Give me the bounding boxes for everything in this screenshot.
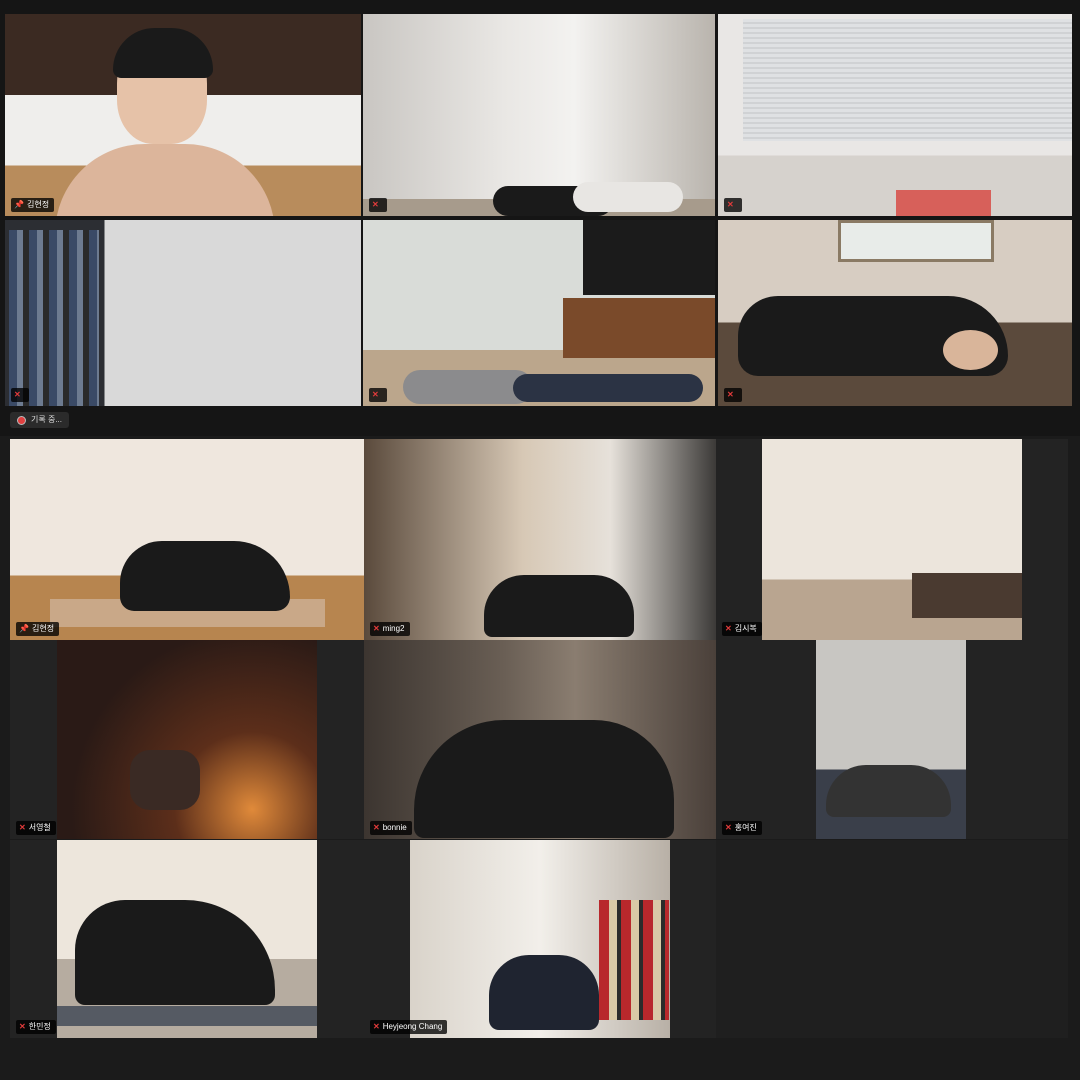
bridge-pose-participant — [414, 720, 674, 838]
video-tile[interactable]: ✕ 김시복 — [716, 439, 1068, 640]
pin-icon: 📌 — [14, 200, 24, 209]
yoga-mat — [57, 1006, 317, 1026]
record-icon — [17, 415, 26, 425]
participant-nametag: ✕ 서영철 — [16, 821, 56, 835]
muted-mic-icon: ✕ — [19, 823, 26, 832]
participant-nametag: ✕ — [11, 388, 29, 402]
video-tile[interactable]: ✕ — [363, 220, 715, 406]
participant-name: 김현정 — [31, 624, 55, 633]
recording-indicator[interactable]: 기록 중... — [10, 412, 69, 428]
video-tile[interactable]: ✕ 한민정 — [10, 840, 364, 1038]
clothes-rack — [9, 230, 99, 406]
participant-face — [943, 330, 998, 370]
empty-tile — [716, 840, 1068, 1038]
guitars — [599, 900, 669, 1020]
video-feed — [57, 640, 317, 839]
participant-name: 홍여진 — [734, 823, 757, 832]
participant-nametag: 📌 김현정 — [16, 622, 60, 636]
participant-nametag: ✕ 홍여진 — [722, 821, 762, 835]
participant-nametag: ✕ ming2 — [370, 622, 410, 636]
participant-name: ming2 — [382, 624, 405, 633]
participant-nametag: ✕ — [369, 388, 387, 402]
muted-mic-icon: ✕ — [372, 200, 379, 209]
participant-name: 한민정 — [28, 1022, 51, 1031]
muted-mic-icon: ✕ — [373, 624, 380, 633]
video-tile-instructor[interactable]: 📌 김현정 — [5, 14, 361, 216]
video-tile[interactable]: ✕ — [718, 14, 1072, 216]
muted-mic-icon: ✕ — [14, 390, 21, 399]
participant-figure — [130, 750, 200, 810]
muted-mic-icon: ✕ — [727, 390, 734, 399]
participant-nametag: ✕ — [724, 388, 742, 402]
participant-nametag: ✕ Heyjeong Chang — [370, 1020, 448, 1034]
participant-nametag: 📌 김현정 — [11, 198, 55, 212]
video-tile[interactable]: ✕ Heyjeong Chang — [364, 840, 716, 1038]
window-blinds — [743, 19, 1072, 141]
participant-nametag: ✕ bonnie — [370, 821, 412, 835]
video-tile[interactable]: ✕ ming2 — [364, 439, 716, 640]
participant-name: 김현정 — [26, 200, 50, 209]
lying-participant-legs — [513, 374, 703, 402]
tv-cabinet — [563, 298, 715, 358]
window — [838, 220, 994, 262]
video-tile-instructor[interactable]: 📌 김현정 — [10, 439, 364, 640]
video-tile[interactable]: ✕ — [363, 14, 715, 216]
sofa — [912, 573, 1022, 618]
video-tile[interactable]: ✕ — [718, 220, 1072, 406]
video-tile[interactable]: ✕ 홍여진 — [716, 640, 1068, 839]
muted-mic-icon: ✕ — [19, 1022, 26, 1031]
video-tile[interactable]: ✕ — [5, 220, 361, 406]
tv — [583, 220, 715, 295]
bridge-pose-participant — [826, 765, 951, 817]
participant-nametag: ✕ — [724, 198, 742, 212]
muted-mic-icon: ✕ — [725, 823, 732, 832]
top-gallery: 📌 김현정 ✕ ✕ ✕ ✕ ✕ 기록 중... — [0, 0, 1080, 436]
recording-label: 기록 중... — [31, 415, 62, 424]
participant-nametag: ✕ — [369, 198, 387, 212]
bridge-pose-participant — [489, 955, 599, 1030]
participant-name: Heyjeong Chang — [382, 1022, 443, 1031]
video-tile[interactable]: ✕ 서영철 — [10, 640, 364, 839]
participant-name: bonnie — [382, 823, 407, 832]
muted-mic-icon: ✕ — [373, 1022, 380, 1031]
bridge-pose-instructor — [120, 541, 290, 611]
muted-mic-icon: ✕ — [725, 624, 732, 633]
yoga-mat — [896, 190, 991, 216]
participant-nametag: ✕ 한민정 — [16, 1020, 56, 1034]
participant-name: 김시복 — [734, 624, 757, 633]
bottom-gallery: 📌 김현정 ✕ ming2 ✕ 김시복 ✕ 서영철 ✕ bonnie ✕ 홍여진… — [0, 436, 1080, 1080]
muted-mic-icon: ✕ — [372, 390, 379, 399]
muted-mic-icon: ✕ — [373, 823, 380, 832]
bridge-pose-participant — [484, 575, 634, 637]
muted-mic-icon: ✕ — [727, 200, 734, 209]
pin-icon: 📌 — [19, 624, 29, 633]
participant-name: 서영철 — [28, 823, 51, 832]
participant-nametag: ✕ 김시복 — [722, 622, 762, 636]
video-tile[interactable]: ✕ bonnie — [364, 640, 716, 839]
lying-participant-shirt — [573, 182, 683, 212]
